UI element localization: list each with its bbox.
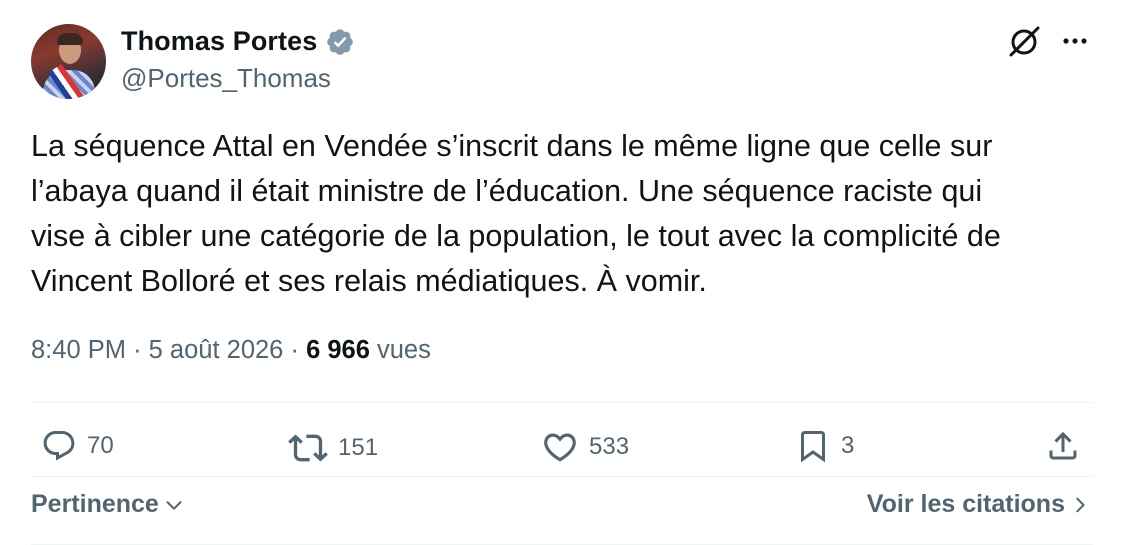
views-label: vues xyxy=(376,336,431,364)
share-button[interactable] xyxy=(1045,428,1081,464)
view-quotes-label: Voir les citations xyxy=(866,490,1065,518)
action-bar: 70 151 533 3 xyxy=(0,420,1123,476)
author-display-name[interactable]: Thomas Portes xyxy=(121,26,317,57)
avatar[interactable] xyxy=(31,24,106,99)
meta-separator: · xyxy=(290,336,299,364)
sort-label: Pertinence xyxy=(31,490,159,518)
bookmark-button[interactable]: 3 xyxy=(795,428,854,464)
author-name-row: Thomas Portes xyxy=(121,26,355,57)
author-handle[interactable]: @Portes_Thomas xyxy=(121,63,331,94)
like-icon xyxy=(544,433,576,462)
divider xyxy=(31,402,1093,403)
chevron-right-icon xyxy=(1076,497,1085,512)
tweet-detail: Thomas Portes @Portes_Thomas La séquence… xyxy=(0,0,1123,545)
tweet-time[interactable]: 8:40 PM xyxy=(31,336,126,364)
tweet-text-line: Vincent Bolloré et ses relais médiatique… xyxy=(31,264,707,298)
views-count: 6 966 xyxy=(306,336,370,364)
reply-icon xyxy=(43,431,75,461)
like-count: 533 xyxy=(589,433,630,460)
tweet-text-line: vise à cibler une catégorie de la popula… xyxy=(31,219,1001,253)
bookmark-icon xyxy=(801,431,825,463)
tweet-text: La séquence Attal en Vendée s’inscrit da… xyxy=(31,124,1096,304)
tweet-text-line: l’abaya quand il était ministre de l’édu… xyxy=(31,174,983,208)
bookmark-count: 3 xyxy=(841,432,855,459)
divider xyxy=(31,476,1093,477)
chevron-down-icon xyxy=(166,500,182,510)
verified-badge-icon[interactable] xyxy=(325,27,355,57)
avatar-hair xyxy=(57,33,83,45)
like-button[interactable]: 533 xyxy=(541,428,629,466)
retweet-icon xyxy=(288,434,328,462)
repost-count: 151 xyxy=(338,434,379,461)
sort-dropdown[interactable]: Pertinence xyxy=(31,490,185,519)
reply-button[interactable]: 70 xyxy=(41,428,114,464)
meta-separator: · xyxy=(133,336,142,364)
grok-icon[interactable] xyxy=(1005,22,1043,60)
reply-count: 70 xyxy=(87,432,114,459)
more-icon[interactable] xyxy=(1060,28,1090,54)
share-icon xyxy=(1049,431,1077,460)
tweet-meta: 8:40 PM · 5 août 2026 · 6 966 vues xyxy=(31,336,431,365)
repost-button[interactable]: 151 xyxy=(288,428,378,468)
tweet-text-line: La séquence Attal en Vendée s’inscrit da… xyxy=(31,129,993,163)
view-quotes-link[interactable]: Voir les citations xyxy=(867,490,1089,519)
tweet-date[interactable]: 5 août 2026 xyxy=(149,336,284,364)
